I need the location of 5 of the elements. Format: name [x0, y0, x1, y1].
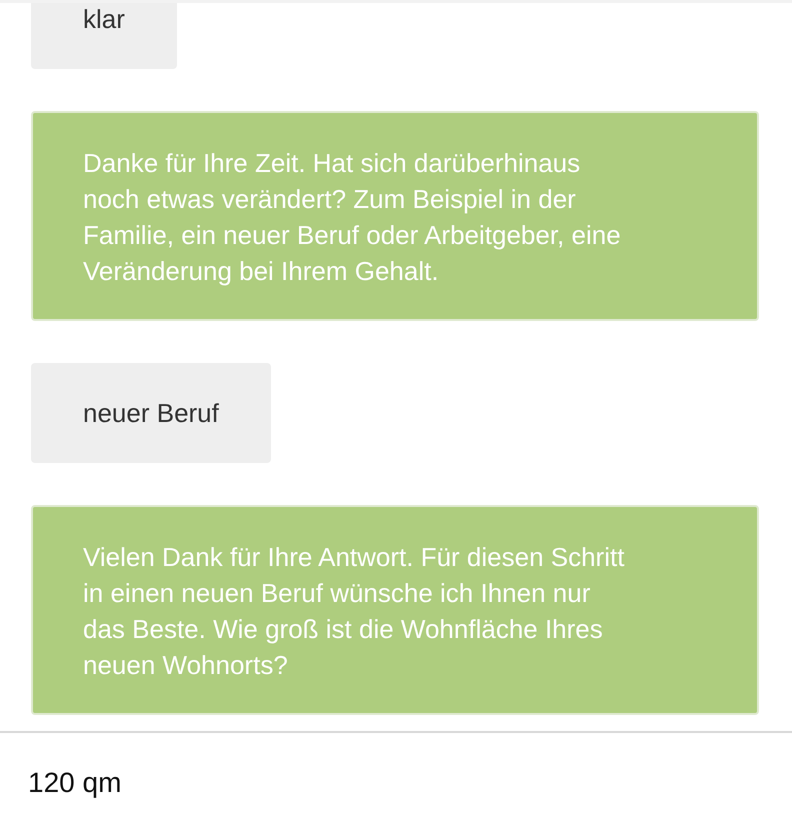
user-message: klar: [31, 3, 177, 69]
input-field[interactable]: 120 qm: [0, 766, 792, 798]
user-message: neuer Beruf: [31, 363, 271, 463]
bot-message: Vielen Dank für Ihre Antwort. Für diesen Schritt in einen neuen Beruf wünsche ich Ihnen nur das Beste. Wie groß ist die Wohnfläche Ihres neuen Wohnorts?: [31, 505, 759, 715]
bot-message: Danke für Ihre Zeit. Hat sich darüberhinaus noch etwas verändert? Zum Beispiel in der Familie, ein neuer Beruf oder Arbeitgeber, eine Veränderung bei Ihrem Gehalt.: [31, 111, 759, 321]
